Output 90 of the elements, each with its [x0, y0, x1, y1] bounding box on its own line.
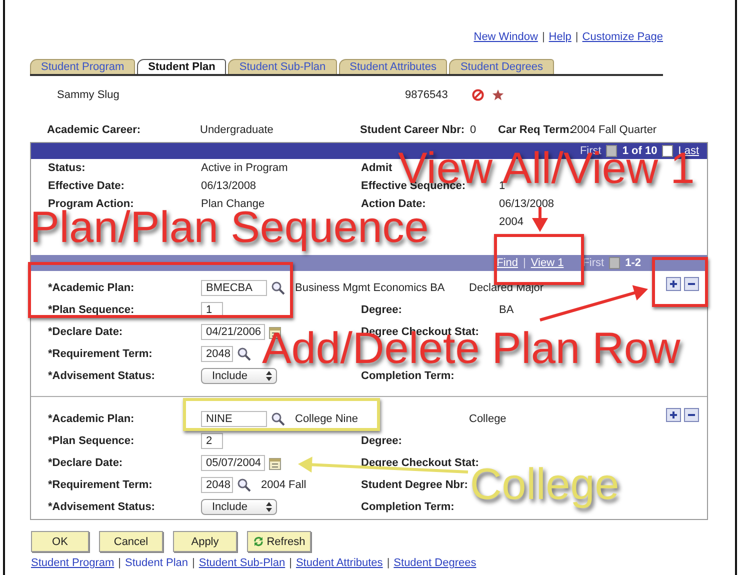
field-label: *Advisement Status:: [48, 501, 155, 513]
field-label: *Requirement Term:: [48, 479, 152, 491]
plan-type: College: [469, 413, 506, 425]
field-label: Degree Checkout Stat:: [361, 457, 479, 469]
field-label: *Plan Sequence:: [48, 435, 134, 447]
separator: |: [118, 557, 122, 569]
updown-icon: [266, 502, 272, 512]
header-link[interactable]: Help: [548, 31, 572, 43]
input-field[interactable]: 2: [201, 433, 223, 449]
row-count: 1-2: [625, 257, 641, 269]
dropdown[interactable]: Include: [201, 368, 277, 384]
tab[interactable]: Student Program: [30, 59, 136, 74]
separator: |: [192, 557, 195, 569]
footer-link[interactable]: Student Degrees: [394, 557, 476, 569]
tab[interactable]: Student Attributes: [338, 59, 448, 74]
separator: |: [542, 31, 545, 43]
tab[interactable]: Student Degrees: [449, 59, 554, 74]
footer-link[interactable]: Student Attributes: [296, 557, 383, 569]
input-field[interactable]: 2048: [201, 346, 233, 362]
no-entry-icon: [472, 89, 484, 101]
field-value: Active in Program: [201, 162, 288, 174]
student-id: 9876543: [405, 89, 449, 101]
separator: |: [523, 257, 526, 269]
field-label: Admit: [361, 162, 392, 174]
field-label: Completion Term:: [361, 501, 454, 513]
field-value: 06/13/2008: [499, 198, 554, 210]
field-label: *Plan Sequence:: [48, 304, 134, 316]
student-name: Sammy Slug: [57, 89, 120, 101]
footer-link[interactable]: Student Sub-Plan: [198, 557, 286, 569]
field-value: 0: [470, 124, 478, 136]
date-field[interactable]: 04/21/2006: [201, 324, 265, 340]
calendar-icon[interactable]: [269, 456, 281, 470]
callout-arrow: [532, 207, 548, 232]
action-button[interactable]: Apply: [173, 531, 237, 552]
tab[interactable]: Student Sub-Plan: [228, 59, 337, 74]
plan-description: 2004 Fall: [261, 479, 306, 491]
field-label: *Advisement Status:: [48, 370, 155, 382]
next-button[interactable]: [662, 145, 674, 157]
add-row-icon[interactable]: [666, 408, 681, 422]
field-label: Academic Career:: [47, 124, 142, 136]
footer-link[interactable]: Student Program: [31, 557, 114, 569]
plan-description: College Nine: [295, 413, 359, 425]
nav-link[interactable]: Find: [496, 257, 518, 269]
date-field[interactable]: 05/07/2004: [201, 455, 265, 471]
field-label: *Academic Plan:: [48, 413, 134, 425]
header-link[interactable]: New Window: [474, 31, 538, 43]
separator: |: [386, 557, 390, 569]
search-icon[interactable]: [271, 412, 285, 426]
separator: |: [575, 31, 578, 43]
field-label: Effective Date:: [48, 180, 124, 192]
field-label: Completion Term:: [361, 370, 454, 382]
dropdown[interactable]: Include: [201, 499, 277, 515]
field-label: Student Degree Nbr:: [361, 479, 468, 491]
star-icon: [492, 89, 504, 101]
field-label: *Declare Date:: [48, 457, 123, 469]
updown-icon: [266, 371, 272, 381]
search-icon[interactable]: [237, 347, 251, 361]
action-button[interactable]: Cancel: [99, 531, 163, 552]
input-field[interactable]: NINE: [201, 411, 267, 427]
current-page-label: Student Plan: [125, 557, 188, 569]
action-button[interactable]: OK: [31, 531, 89, 552]
add-row-icon[interactable]: [666, 277, 681, 291]
delete-row-icon[interactable]: [684, 277, 699, 291]
field-value: 2004: [499, 216, 524, 228]
refresh-button[interactable]: Refresh: [247, 531, 311, 552]
field-value: 06/13/2008: [201, 180, 256, 192]
tab[interactable]: Student Plan: [137, 59, 226, 74]
field-label: Status:: [48, 162, 86, 174]
field-label: *Academic Plan:: [48, 282, 134, 294]
search-icon[interactable]: [237, 478, 251, 492]
separator: |: [289, 557, 292, 569]
field-value: 2004 Fall Quarter: [571, 124, 658, 136]
field-label: Degree:: [361, 304, 402, 316]
field-label: Car Req Term:: [498, 124, 571, 136]
field-label: Degree:: [361, 435, 402, 447]
field-value: Plan Change: [201, 198, 265, 210]
refresh-icon: [252, 536, 264, 547]
delete-row-icon[interactable]: [684, 408, 699, 422]
nav-link[interactable]: View 1: [530, 257, 564, 269]
field-label: *Requirement Term:: [48, 348, 152, 360]
input-field[interactable]: 2048: [201, 477, 233, 493]
header-link[interactable]: Customize Page: [582, 31, 663, 43]
search-icon[interactable]: [271, 281, 285, 295]
field-value: Undergraduate: [200, 124, 274, 136]
field-label: Student Career Nbr:: [360, 124, 466, 136]
field-value: BA: [499, 304, 514, 316]
plan-description: Business Mgmt Economics BA: [295, 282, 446, 294]
field-label: Action Date:: [361, 198, 426, 210]
input-field[interactable]: BMECBA: [201, 280, 267, 296]
field-label: *Declare Date:: [48, 326, 123, 338]
